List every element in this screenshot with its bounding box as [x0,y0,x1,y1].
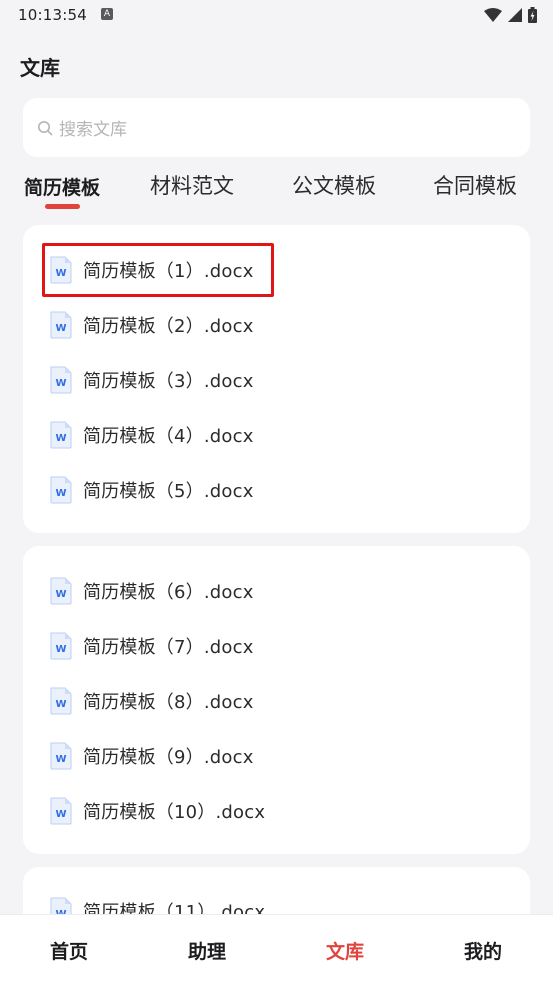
file-name: 简历模板（6）.docx [83,582,254,603]
word-doc-icon: W [50,742,72,770]
word-doc-icon: W [50,687,72,715]
status-time: 10:13:54 [18,6,87,24]
tab-official-doc-templates[interactable]: 公文模板 [292,170,376,200]
svg-text:W: W [55,323,66,334]
nav-home[interactable]: 首页 [29,937,109,964]
svg-text:W: W [55,644,66,655]
nav-assistant[interactable]: 助理 [167,937,247,964]
svg-text:W: W [55,754,66,765]
status-bar: 10:13:54 A [0,0,553,32]
svg-text:W: W [55,699,66,710]
search-placeholder: 搜索文库 [59,120,127,140]
file-name: 简历模板（7）.docx [83,637,254,658]
list-item[interactable]: W 简历模板（7）.docx [49,630,254,662]
battery-icon [528,7,537,23]
file-name: 简历模板（3）.docx [83,371,254,392]
tab-resume-templates[interactable]: 简历模板 [24,173,100,200]
notification-icon: A [101,8,113,20]
word-doc-icon: W [50,632,72,660]
svg-text:W: W [55,488,66,499]
word-doc-icon: W [50,577,72,605]
tab-contract-templates[interactable]: 合同模板 [433,170,517,200]
list-item[interactable]: W 简历模板（10）.docx [49,795,265,827]
signal-icon [508,8,522,22]
list-item[interactable]: W 简历模板（6）.docx [49,575,254,607]
file-name: 简历模板（8）.docx [83,692,254,713]
search-input[interactable]: 搜索文库 [23,98,530,157]
list-item[interactable]: W 简历模板（5）.docx [49,474,254,506]
file-name: 简历模板（10）.docx [83,802,266,823]
word-doc-icon: W [50,366,72,394]
nav-library[interactable]: 文库 [305,937,385,964]
wifi-icon [484,8,502,22]
file-card-2: W 简历模板（6）.docx W 简历模板（7）.docx W 简历模板（8）.… [23,546,530,854]
file-name: 简历模板（2）.docx [83,316,254,337]
list-item[interactable]: W 简历模板（9）.docx [49,740,254,772]
file-name: 简历模板（9）.docx [83,747,254,768]
svg-text:W: W [55,378,66,389]
bottom-nav: 首页 助理 文库 我的 [0,914,553,984]
file-name: 简历模板（4）.docx [83,426,254,447]
category-tabs: 简历模板 材料范文 公文模板 合同模板 [0,170,553,210]
svg-text:W: W [55,589,66,600]
file-name: 简历模板（5）.docx [83,481,254,502]
tab-material-essays[interactable]: 材料范文 [150,170,234,200]
word-doc-icon: W [50,311,72,339]
screen: 10:13:54 A 文库 搜索文库 简历模板 材料范文 公文模板 合同模板 W… [0,0,553,984]
svg-text:W: W [55,809,66,820]
list-item[interactable]: W 简历模板（2）.docx [49,309,254,341]
status-icons [484,6,537,24]
active-tab-indicator [45,204,80,209]
list-item[interactable]: W 简历模板（4）.docx [49,419,254,451]
selection-highlight [42,243,274,297]
word-doc-icon: W [50,421,72,449]
list-item[interactable]: W 简历模板（8）.docx [49,685,254,717]
list-item[interactable]: W 简历模板（3）.docx [49,364,254,396]
nav-mine[interactable]: 我的 [443,937,523,964]
svg-text:W: W [55,433,66,444]
page-title: 文库 [20,56,60,80]
word-doc-icon: W [50,476,72,504]
word-doc-icon: W [50,797,72,825]
search-icon [38,120,53,135]
